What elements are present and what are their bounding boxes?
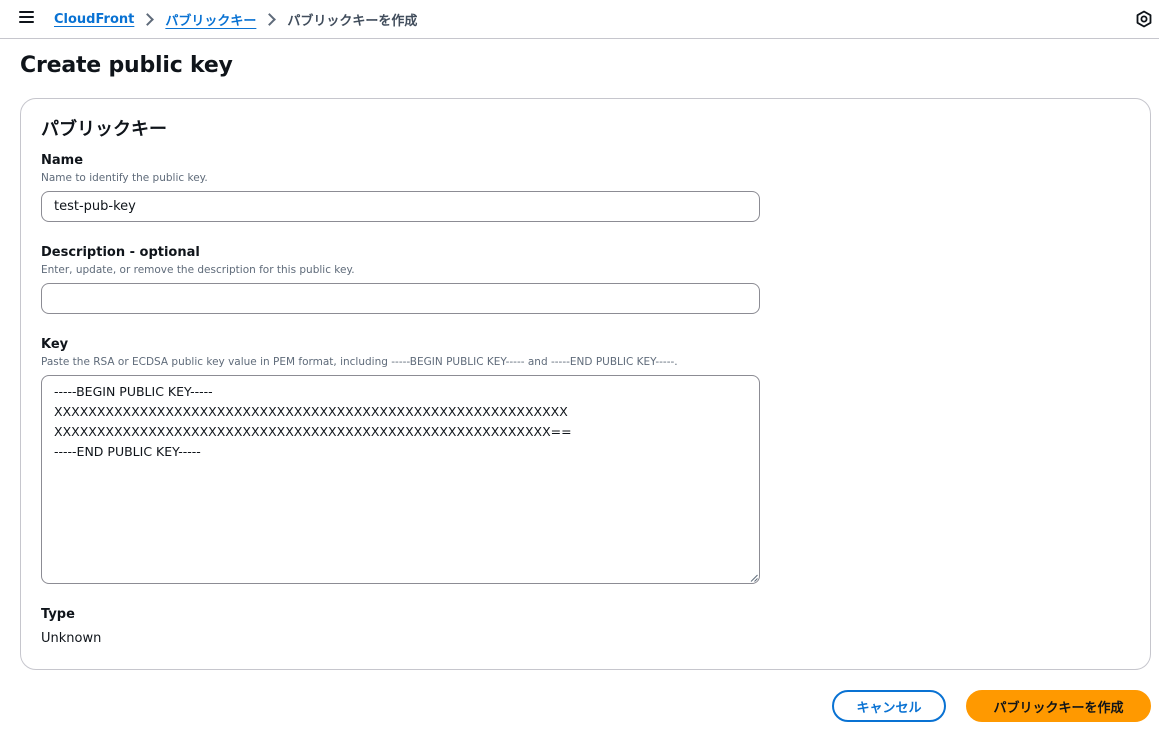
create-public-key-button[interactable]: パブリックキーを作成	[966, 690, 1151, 722]
breadcrumb: CloudFront パブリックキー パブリックキーを作成	[54, 0, 417, 39]
page-title: Create public key	[20, 53, 233, 78]
key-textarea[interactable]: -----BEGIN PUBLIC KEY----- XXXXXXXXXXXXX…	[41, 375, 760, 584]
name-description: Name to identify the public key.	[41, 172, 208, 184]
description-input[interactable]	[41, 283, 760, 314]
breadcrumb-link-public-keys[interactable]: パブリックキー	[165, 10, 256, 29]
container-title: パブリックキー	[41, 119, 167, 140]
key-description: Paste the RSA or ECDSA public key value …	[41, 356, 678, 368]
resize-handle-icon[interactable]	[750, 574, 758, 582]
chevron-right-icon	[141, 13, 155, 26]
public-key-form-container: パブリックキー Name Name to identify the public…	[20, 98, 1151, 670]
type-label: Type	[41, 607, 75, 622]
name-input[interactable]	[41, 191, 760, 222]
key-label: Key	[41, 337, 69, 352]
chevron-right-icon	[263, 13, 277, 26]
name-label: Name	[41, 153, 84, 168]
type-value: Unknown	[41, 631, 102, 646]
hexagon-notification-icon[interactable]	[1135, 10, 1153, 28]
breadcrumb-current: パブリックキーを作成	[287, 14, 418, 29]
description-label: Description - optional	[41, 245, 200, 260]
cancel-button[interactable]: キャンセル	[832, 690, 946, 722]
top-navigation-bar: CloudFront パブリックキー パブリックキーを作成	[0, 0, 1159, 39]
hamburger-menu-icon[interactable]	[19, 10, 35, 24]
breadcrumb-link-cloudfront[interactable]: CloudFront	[54, 12, 134, 27]
description-description: Enter, update, or remove the description…	[41, 264, 355, 276]
